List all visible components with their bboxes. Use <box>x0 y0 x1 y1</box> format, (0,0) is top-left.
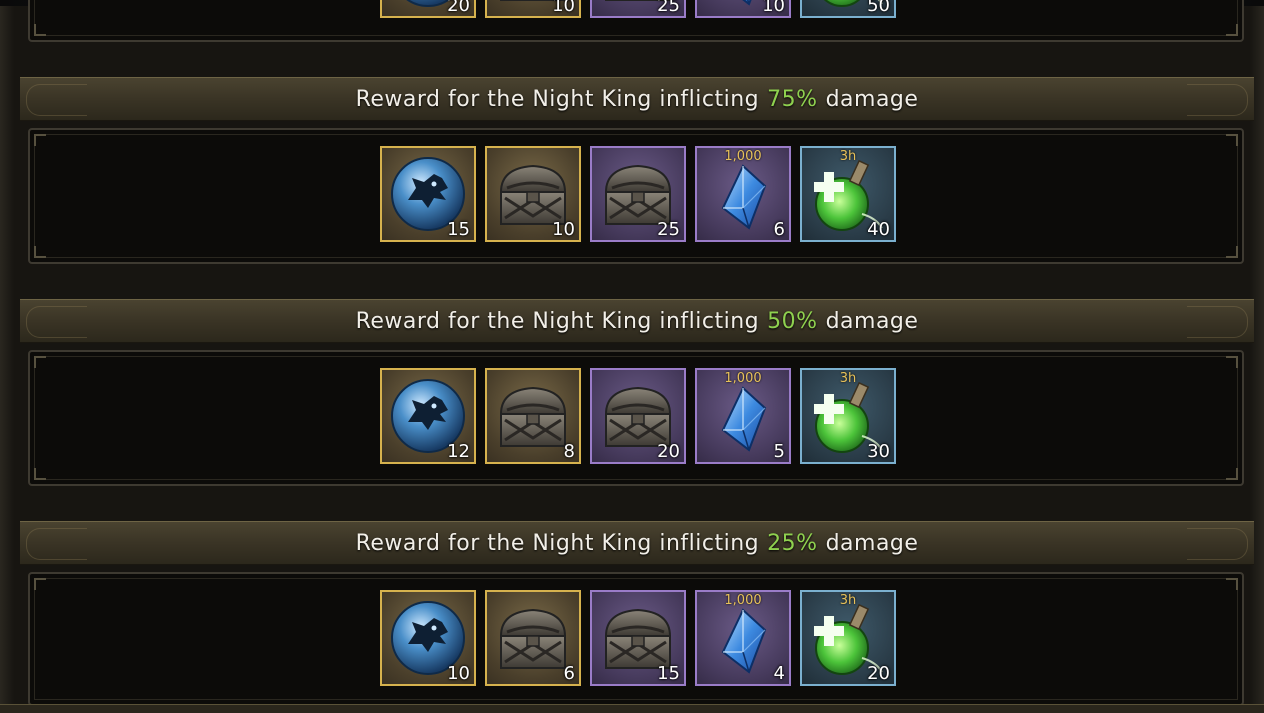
section-header: Reward for the Night King inflicting 75%… <box>20 77 1254 121</box>
item-quantity: 4 <box>773 663 785 684</box>
item-quantity: 40 <box>867 219 890 240</box>
item-top-label: 1,000 <box>724 593 762 608</box>
reward-item[interactable]: 1,000 5 <box>695 368 791 464</box>
panel-corner <box>34 134 46 146</box>
item-quantity: 20 <box>867 663 890 684</box>
reward-panel: 15 10 25 1,000 6 3h 40 <box>28 128 1244 264</box>
damage-percent: 25% <box>767 530 818 556</box>
item-quantity: 8 <box>563 441 575 462</box>
panel-corner <box>34 356 46 368</box>
reward-item[interactable]: 10 <box>485 146 581 242</box>
item-top-label: 3h <box>839 149 857 164</box>
reward-panel: 10 6 15 1,000 4 3h 20 <box>28 572 1244 706</box>
reward-item[interactable]: 12 <box>380 368 476 464</box>
item-quantity: 10 <box>762 0 785 16</box>
item-quantity: 20 <box>657 441 680 462</box>
item-quantity: 20 <box>447 0 470 16</box>
item-top-label: 1,000 <box>724 371 762 386</box>
panel-corner <box>1226 468 1238 480</box>
reward-item[interactable]: 15 <box>590 590 686 686</box>
reward-items-row: 12 8 20 1,000 5 3h 30 <box>380 368 896 464</box>
header-title-suffix: damage <box>825 530 919 556</box>
panel-corner <box>1226 246 1238 258</box>
item-top-label: 1,000 <box>724 149 762 164</box>
item-quantity: 5 <box>773 441 785 462</box>
panel-corner <box>1226 24 1238 36</box>
reward-item[interactable]: 20 <box>380 0 476 18</box>
item-quantity: 6 <box>773 219 785 240</box>
item-quantity: 15 <box>447 219 470 240</box>
item-quantity: 25 <box>657 219 680 240</box>
item-quantity: 12 <box>447 441 470 462</box>
damage-percent: 75% <box>767 86 818 112</box>
header-ornament <box>26 84 87 116</box>
item-quantity: 25 <box>657 0 680 16</box>
header-ornament <box>26 528 87 560</box>
damage-percent: 50% <box>767 308 818 334</box>
panel-corner <box>1226 578 1238 590</box>
section-header: Reward for the Night King inflicting 25%… <box>20 521 1254 565</box>
item-top-label: 3h <box>839 371 857 386</box>
reward-item[interactable]: 6 <box>485 590 581 686</box>
header-title-prefix: Reward for the Night King inflicting <box>355 86 760 112</box>
reward-item[interactable]: 3h 20 <box>800 590 896 686</box>
reward-item[interactable]: 10 <box>380 590 476 686</box>
reward-item[interactable]: 1,000 6 <box>695 146 791 242</box>
header-ornament <box>26 306 87 338</box>
reward-item[interactable]: 15 <box>380 146 476 242</box>
rewards-window: 20 10 25 10 50 Reward for the Night King… <box>0 0 1264 713</box>
reward-items-row: 10 6 15 1,000 4 3h 20 <box>380 590 896 686</box>
reward-item[interactable]: 25 <box>590 146 686 242</box>
section-header: Reward for the Night King inflicting 50%… <box>20 299 1254 343</box>
item-top-label: 3h <box>839 593 857 608</box>
panel-corner <box>34 24 46 36</box>
reward-item[interactable]: 25 <box>590 0 686 18</box>
panel-corner <box>1226 134 1238 146</box>
reward-item[interactable]: 8 <box>485 368 581 464</box>
reward-item[interactable]: 1,000 4 <box>695 590 791 686</box>
reward-items-row: 20 10 25 10 50 <box>380 0 896 18</box>
header-ornament <box>1187 84 1248 116</box>
reward-item[interactable]: 10 <box>695 0 791 18</box>
item-quantity: 6 <box>563 663 575 684</box>
item-quantity: 10 <box>552 219 575 240</box>
reward-item[interactable]: 3h 40 <box>800 146 896 242</box>
panel-corner <box>34 468 46 480</box>
item-quantity: 10 <box>447 663 470 684</box>
reward-item[interactable]: 3h 30 <box>800 368 896 464</box>
panel-corner <box>34 246 46 258</box>
header-ornament <box>1187 528 1248 560</box>
header-title-prefix: Reward for the Night King inflicting <box>355 530 760 556</box>
reward-items-row: 15 10 25 1,000 6 3h 40 <box>380 146 896 242</box>
item-quantity: 50 <box>867 0 890 16</box>
item-quantity: 15 <box>657 663 680 684</box>
item-quantity: 30 <box>867 441 890 462</box>
reward-item[interactable]: 10 <box>485 0 581 18</box>
header-title-prefix: Reward for the Night King inflicting <box>355 308 760 334</box>
reward-item[interactable]: 50 <box>800 0 896 18</box>
header-ornament <box>1187 306 1248 338</box>
reward-item[interactable]: 20 <box>590 368 686 464</box>
reward-panel: 20 10 25 10 50 <box>28 0 1244 42</box>
item-quantity: 10 <box>552 0 575 16</box>
panel-corner <box>34 578 46 590</box>
header-title-suffix: damage <box>825 308 919 334</box>
reward-panel: 12 8 20 1,000 5 3h 30 <box>28 350 1244 486</box>
panel-corner <box>1226 356 1238 368</box>
header-title-suffix: damage <box>825 86 919 112</box>
